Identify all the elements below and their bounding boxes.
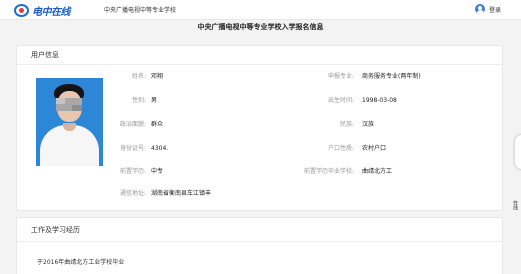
birth-date-label: 出生时间: [327,97,354,104]
school-name: 中央广播电视中等专业学校 [104,7,177,14]
face-mosaic [56,98,82,111]
experience-header: 工作及学习经历 [17,218,502,242]
user-icon[interactable] [475,4,485,14]
logo-text: 电中在线 [32,6,71,18]
side-panel-text[interactable]: 在线 [512,200,519,210]
logo-icon [14,3,29,17]
household-type-value: 农村户口 [362,145,387,152]
birth-date-value: 1998-03-08 [362,97,397,104]
name-label: 姓名: [131,73,146,80]
id-number-label: 身份证号: [119,145,146,152]
political-status-value: 群众 [151,121,164,128]
site-logo[interactable]: 电中在线 [14,3,71,18]
ethnicity-label: 民族: [339,121,354,128]
gender-label: 性别: [131,97,146,104]
prior-education-label: 前置学历: [119,168,146,175]
user-info-card: 用户信息 [16,45,503,211]
graduation-school-label: 前置学历毕业学校: [303,168,354,175]
address-value: 湖南省衡南县车江镇丰 [151,190,212,197]
experience-text: 于2016年曲靖北方工业学校毕业 [37,259,125,266]
gender-value: 男 [151,97,158,104]
id-number-value: 4304. [151,145,169,152]
name-value: 邓翔 [151,73,164,80]
side-scroll-handle[interactable] [514,134,521,170]
applicant-photo [36,78,103,166]
prior-education-value: 中专 [151,168,164,175]
major-value: 商务服务专业(两年制) [362,73,421,80]
top-bar: 电中在线 中央广播电视中等专业学校 登录 [0,0,521,20]
address-label: 通信地址: [119,190,146,197]
political-status-label: 政治面貌: [119,121,146,128]
login-link[interactable]: 登录 [489,5,501,14]
household-type-label: 户口性质: [327,145,354,152]
major-label: 申报专业: [327,73,354,80]
page-title: 中央广播电视中等专业学校入学报名信息 [197,23,324,31]
user-info-header: 用户信息 [17,46,502,65]
graduation-school-value: 曲靖北方工 [362,168,393,175]
ethnicity-value: 汉族 [362,121,375,128]
